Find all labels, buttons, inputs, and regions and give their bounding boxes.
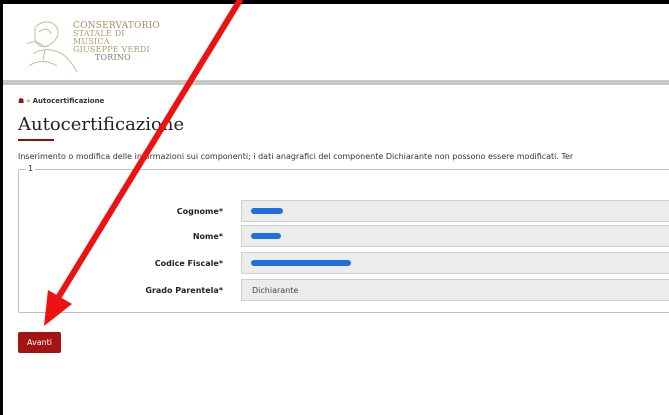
annotation-arrow-icon (44, 0, 243, 326)
